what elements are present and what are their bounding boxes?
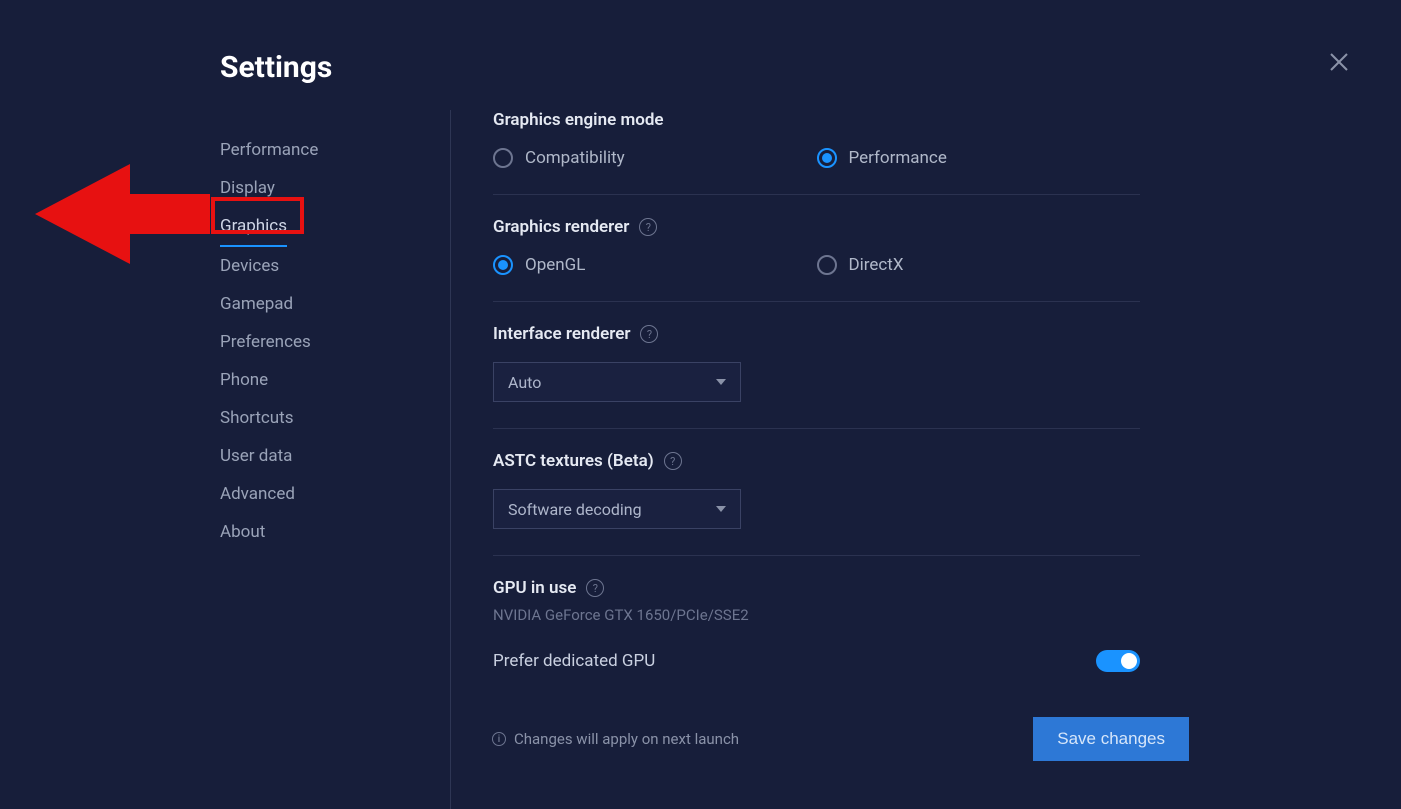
footer-note: i Changes will apply on next launch: [492, 730, 739, 748]
sidebar-item-userdata[interactable]: User data: [220, 437, 450, 475]
sidebar-item-display[interactable]: Display: [220, 169, 450, 207]
radio-label: OpenGL: [525, 255, 585, 275]
radio-icon: [493, 148, 513, 168]
gpu-title-text: GPU in use: [493, 578, 576, 598]
interface-renderer-select[interactable]: Auto: [493, 362, 741, 402]
sidebar-item-performance[interactable]: Performance: [220, 131, 450, 169]
radio-icon: [493, 255, 513, 275]
prefer-gpu-toggle[interactable]: [1096, 650, 1140, 672]
radio-label: DirectX: [849, 255, 904, 275]
footer-note-text: Changes will apply on next launch: [514, 730, 739, 748]
chevron-down-icon: [716, 506, 726, 512]
sidebar-item-devices[interactable]: Devices: [220, 247, 450, 285]
prefer-gpu-label: Prefer dedicated GPU: [493, 651, 655, 671]
radio-compatibility[interactable]: Compatibility: [493, 148, 817, 168]
sidebar-item-phone[interactable]: Phone: [220, 361, 450, 399]
page-title: Settings: [220, 50, 450, 85]
content-area: Graphics engine mode Compatibility Perfo…: [450, 110, 1190, 809]
help-icon[interactable]: ?: [664, 452, 682, 470]
help-icon[interactable]: ?: [639, 218, 657, 236]
astc-title-text: ASTC textures (Beta): [493, 451, 654, 471]
chevron-down-icon: [716, 379, 726, 385]
interface-renderer-title: Interface renderer ?: [493, 324, 1140, 344]
save-button[interactable]: Save changes: [1033, 717, 1189, 761]
sidebar-item-shortcuts[interactable]: Shortcuts: [220, 399, 450, 437]
renderer-title: Graphics renderer ?: [493, 217, 1140, 237]
close-button[interactable]: [1327, 50, 1351, 74]
radio-icon: [817, 255, 837, 275]
gpu-detail: NVIDIA GeForce GTX 1650/PCIe/SSE2: [493, 606, 1140, 624]
sidebar-item-gamepad[interactable]: Gamepad: [220, 285, 450, 323]
radio-label: Performance: [849, 148, 947, 168]
interface-renderer-title-text: Interface renderer: [493, 324, 630, 344]
gpu-title: GPU in use ?: [493, 578, 1140, 598]
astc-title: ASTC textures (Beta) ?: [493, 451, 1140, 471]
radio-label: Compatibility: [525, 148, 625, 168]
sidebar-item-about[interactable]: About: [220, 513, 450, 551]
renderer-title-text: Graphics renderer: [493, 217, 629, 237]
select-value: Software decoding: [508, 500, 642, 519]
radio-opengl[interactable]: OpenGL: [493, 255, 817, 275]
sidebar-item-advanced[interactable]: Advanced: [220, 475, 450, 513]
help-icon[interactable]: ?: [640, 325, 658, 343]
radio-icon: [817, 148, 837, 168]
help-icon[interactable]: ?: [586, 579, 604, 597]
sidebar-item-preferences[interactable]: Preferences: [220, 323, 450, 361]
astc-select[interactable]: Software decoding: [493, 489, 741, 529]
select-value: Auto: [508, 373, 541, 392]
engine-mode-title: Graphics engine mode: [493, 110, 1140, 130]
sidebar: Settings Performance Display Graphics De…: [0, 50, 450, 809]
radio-performance[interactable]: Performance: [817, 148, 1141, 168]
sidebar-item-graphics[interactable]: Graphics: [220, 207, 287, 247]
info-icon: i: [492, 732, 506, 746]
radio-directx[interactable]: DirectX: [817, 255, 1141, 275]
